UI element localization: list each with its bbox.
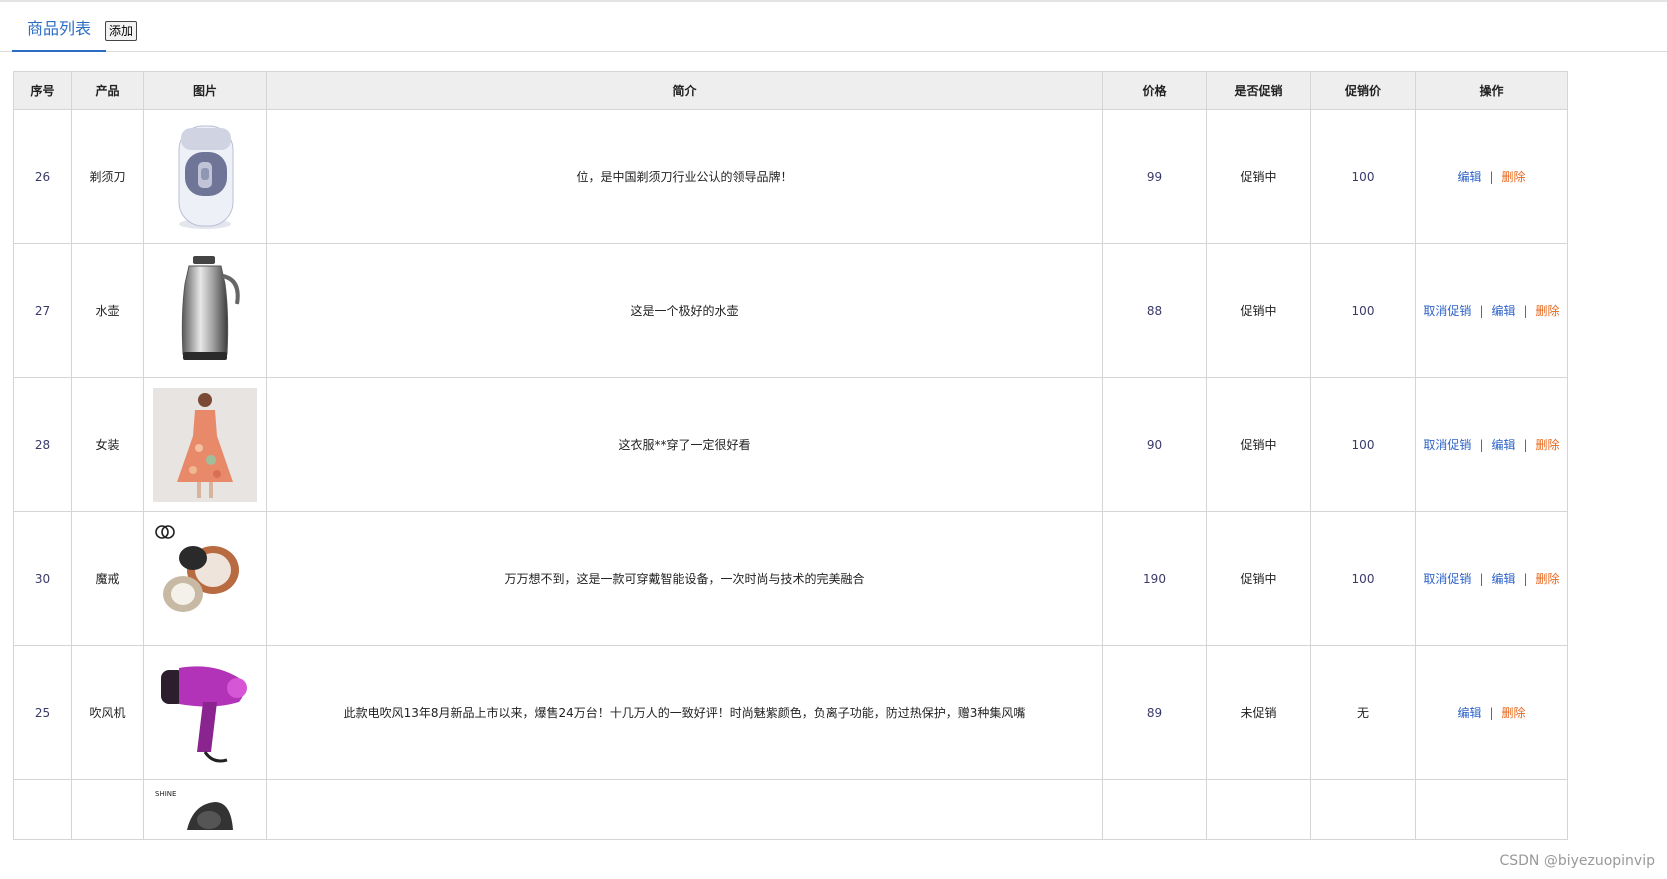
shine-logo-text: SHINE [155,790,176,798]
cell-actions [1415,779,1568,840]
action-separator: | [1479,304,1484,318]
action-separator: | [1479,438,1484,452]
cell-image [143,243,267,378]
cell-description [266,779,1103,840]
cell-index: 25 [13,645,72,780]
cell-product-name: 水壶 [71,243,144,378]
cell-description: 这是一个极好的水壶 [266,243,1103,378]
edit-link[interactable]: 编辑 [1457,706,1481,720]
cell-price: 190 [1102,511,1207,646]
cell-product-name: 魔戒 [71,511,144,646]
cell-image: SHINE [143,779,267,840]
cell-promo-status: 促销中 [1206,511,1311,646]
delete-link[interactable]: 删除 [1502,170,1526,184]
table-row: 28 女装 这衣服**穿了一定很好看 90 促销中 100 取消促销 | 编辑 … [13,377,1568,512]
header-image: 图片 [143,71,267,110]
cell-index [13,779,72,840]
table-header-row: 序号 产品 图片 简介 价格 是否促销 促销价 操作 [13,71,1568,110]
hairdryer-image [153,656,257,770]
cell-promo-status: 促销中 [1206,109,1311,244]
cancel-promo-link[interactable]: 取消促销 [1423,572,1471,586]
cell-price [1102,779,1207,840]
cell-index: 27 [13,243,72,378]
table-row: 26 剃须刀 位，是中国剃须刀行业公认的领导品牌！ 99 促销中 100 编辑 … [13,109,1568,244]
cell-promo-status: 未促销 [1206,645,1311,780]
cell-description: 位，是中国剃须刀行业公认的领导品牌！ [266,109,1103,244]
cell-image [143,377,267,512]
action-separator: | [1523,304,1528,318]
edit-link[interactable]: 编辑 [1491,438,1515,452]
cell-promo-price: 100 [1310,511,1416,646]
delete-link[interactable]: 删除 [1536,572,1560,586]
cell-actions: 取消促销 | 编辑 | 删除 [1415,243,1568,378]
header-promo-price: 促销价 [1310,71,1416,110]
cell-promo-price: 100 [1310,377,1416,512]
delete-link[interactable]: 删除 [1536,304,1560,318]
cell-product-name: 女装 [71,377,144,512]
tab-product-list[interactable]: 商品列表 [12,2,106,52]
action-separator: | [1523,572,1528,586]
dress-image [153,387,257,502]
cell-promo-price: 无 [1310,645,1416,780]
cell-price: 99 [1102,109,1207,244]
action-separator: | [1489,706,1494,720]
cell-price: 88 [1102,243,1207,378]
product-table: 序号 产品 图片 简介 价格 是否促销 促销价 操作 26 剃须刀 位，是中国剃… [13,71,1568,840]
header-is-promo: 是否促销 [1206,71,1311,110]
cell-actions: 取消促销 | 编辑 | 删除 [1415,511,1568,646]
cell-description: 万万想不到，这是一款可穿戴智能设备，一次时尚与技术的完美融合 [266,511,1103,646]
cell-index: 28 [13,377,72,512]
cancel-promo-link[interactable]: 取消促销 [1423,438,1471,452]
table-row: 27 水壶 这是一个极好的水壶 88 促销中 100 取消促销|编辑|删 [13,243,1568,378]
cell-promo-price: 100 [1310,109,1416,244]
table-row: 30 魔戒 万万想不到，这是一款可穿戴智能设备，一次时尚与技术的完美融合 190… [13,511,1568,646]
watermark: CSDN @biyezuopinvip [1499,853,1655,869]
cell-actions: 编辑 | 删除 [1415,109,1568,244]
cell-price: 90 [1102,377,1207,512]
cell-description: 这衣服**穿了一定很好看 [266,377,1103,512]
header-description: 简介 [266,71,1103,110]
table-row: 25 吹风机 此款电吹风13年8月新品上市以来，爆售24万台！十几万人的一致好评… [13,645,1568,780]
edit-link[interactable]: 编辑 [1491,304,1515,318]
cell-promo-status [1206,779,1311,840]
cell-promo-status: 促销中 [1206,243,1311,378]
cell-actions: 编辑 | 删除 [1415,645,1568,780]
cell-image [143,109,267,244]
cell-product-name: 吹风机 [71,645,144,780]
cell-promo-status: 促销中 [1206,377,1311,512]
cell-product-name [71,779,144,840]
header-index: 序号 [13,71,72,110]
cancel-promo-link[interactable]: 取消促销 [1423,304,1471,318]
cell-product-name: 剃须刀 [71,109,144,244]
header-price: 价格 [1102,71,1207,110]
cell-actions: 取消促销 | 编辑 | 删除 [1415,377,1568,512]
action-separator: | [1489,170,1494,184]
header-product: 产品 [71,71,144,110]
kettle-image [153,254,257,368]
cell-index: 26 [13,109,72,244]
action-separator: | [1479,572,1484,586]
watch-image: SHINE [153,781,257,830]
cell-image [143,511,267,646]
header-actions: 操作 [1415,71,1568,110]
delete-link[interactable]: 删除 [1536,438,1560,452]
tab-bar: 商品列表 添加 [0,2,1667,52]
action-separator: | [1523,438,1528,452]
cell-price: 89 [1102,645,1207,780]
edit-link[interactable]: 编辑 [1457,170,1481,184]
delete-link[interactable]: 删除 [1502,706,1526,720]
cell-image [143,645,267,780]
add-button[interactable]: 添加 [105,21,138,41]
cell-promo-price: 100 [1310,243,1416,378]
edit-link[interactable]: 编辑 [1491,572,1515,586]
cell-description: 此款电吹风13年8月新品上市以来，爆售24万台！十几万人的一致好评！时尚魅紫颜色… [266,645,1103,780]
cell-index: 30 [13,511,72,646]
ring-image [153,522,257,636]
table-row: SHINE [13,779,1568,840]
shaver-image [153,120,257,234]
cell-promo-price [1310,779,1416,840]
